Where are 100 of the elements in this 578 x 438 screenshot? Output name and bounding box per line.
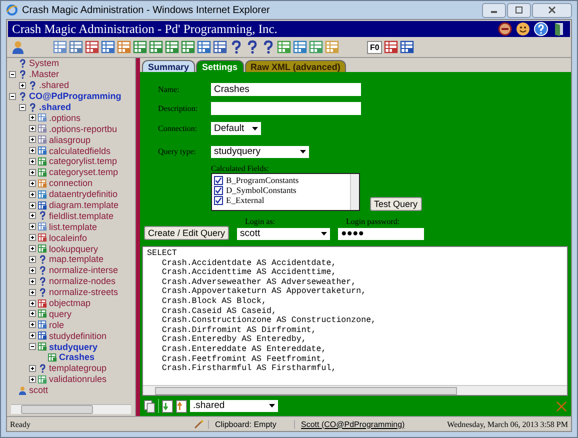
minimize-button[interactable] <box>482 2 506 18</box>
tree-item[interactable]: normalize-interse <box>49 265 118 276</box>
tree-item[interactable]: normalize-streets <box>49 287 118 298</box>
expand-toggle[interactable] <box>29 136 36 144</box>
maximize-button[interactable] <box>507 2 531 18</box>
tree-item[interactable]: connection <box>49 178 93 188</box>
checkbox[interactable] <box>214 176 223 184</box>
expand-toggle[interactable] <box>29 234 36 242</box>
exit-door-icon[interactable] <box>552 22 566 36</box>
checkbox[interactable] <box>214 196 223 204</box>
expand-toggle[interactable] <box>29 180 36 187</box>
tree-item[interactable]: studydefinition <box>49 330 107 341</box>
expand-toggle[interactable] <box>29 266 36 274</box>
user-icon[interactable] <box>11 40 25 54</box>
expand-toggle[interactable] <box>29 114 36 122</box>
tree-item[interactable]: normalize-nodes <box>49 276 116 286</box>
tree-item[interactable]: objectmap <box>49 298 91 308</box>
f0-toolbar-button[interactable]: F0 <box>367 40 382 54</box>
expand-toggle[interactable] <box>29 212 36 220</box>
tree-item[interactable]: dataentrydefinitio <box>49 189 118 200</box>
expand-toggle[interactable] <box>29 190 36 198</box>
tree-item[interactable]: categorylist.temp <box>49 156 118 166</box>
expand-toggle[interactable] <box>29 147 36 154</box>
collapse-toggle[interactable] <box>9 92 16 100</box>
tree-item[interactable]: .Master <box>29 69 60 80</box>
tree-item[interactable]: .options-reportbu <box>49 124 118 134</box>
collapse-toggle[interactable] <box>19 104 26 110</box>
table-icon[interactable] <box>149 40 163 54</box>
horizontal-scrollbar[interactable] <box>11 404 131 414</box>
vertical-scrollbar[interactable] <box>350 174 359 210</box>
collapse-toggle[interactable] <box>29 343 36 350</box>
tree-item[interactable]: .shared <box>39 80 70 90</box>
expand-toggle[interactable] <box>29 256 36 263</box>
tree-item[interactable]: diagram.template <box>49 200 119 210</box>
help-icon[interactable] <box>245 40 259 54</box>
tree-item[interactable]: Crashes <box>59 352 95 362</box>
expand-toggle[interactable] <box>29 310 36 318</box>
expand-toggle[interactable] <box>29 125 36 132</box>
description-field[interactable] <box>211 102 361 115</box>
create-edit-query-button[interactable]: Create / Edit Query <box>144 226 230 240</box>
tree-item[interactable]: templategroup <box>49 363 107 374</box>
tree-item[interactable]: validationrules <box>49 374 107 384</box>
password-field[interactable]: ●●●● <box>338 228 424 240</box>
window-title: Crash Magic Administration - Windows Internet Explorer <box>22 4 270 16</box>
tree-item[interactable]: role <box>49 320 64 330</box>
query-type-dropdown[interactable]: studyquery <box>211 146 309 158</box>
collapse-toggle[interactable] <box>9 70 16 78</box>
expand-toggle[interactable] <box>29 332 36 340</box>
tab[interactable]: Summary <box>142 60 196 72</box>
expand-toggle[interactable] <box>29 245 36 252</box>
export-icon[interactable] <box>176 400 187 412</box>
tree-item[interactable]: .options <box>49 112 81 123</box>
tree-item[interactable]: localeinfo <box>49 232 88 243</box>
expand-toggle[interactable] <box>29 202 36 209</box>
horizontal-scrollbar[interactable] <box>143 385 567 395</box>
folder-dropdown[interactable]: .shared <box>190 400 278 412</box>
expand-toggle[interactable] <box>29 288 36 296</box>
code-line: Crash.Dirfromint AS Dirfromint, <box>160 326 318 335</box>
tree-item[interactable]: studyquery <box>49 342 98 352</box>
tree-item[interactable]: list.template <box>49 222 98 232</box>
test-query-button[interactable]: Test Query <box>370 197 422 211</box>
help-icon[interactable] <box>229 40 243 54</box>
tree-item[interactable]: query <box>49 308 72 319</box>
smiley-icon[interactable] <box>516 22 530 36</box>
expand-toggle[interactable] <box>29 300 36 307</box>
table-icon[interactable] <box>181 40 195 54</box>
help-icon <box>18 92 27 101</box>
tree-item[interactable]: map.template <box>49 254 104 264</box>
checkbox[interactable] <box>214 186 223 194</box>
tab[interactable]: Settings <box>196 60 244 72</box>
user-link[interactable]: Scott (CO@PdProgramming) <box>294 420 409 428</box>
login-dropdown[interactable]: scott <box>237 228 330 240</box>
expand-toggle[interactable] <box>19 82 26 89</box>
tree-item[interactable]: System <box>29 58 60 68</box>
table-icon[interactable] <box>133 40 147 54</box>
close-button[interactable] <box>532 2 572 18</box>
expand-toggle[interactable] <box>29 158 36 165</box>
tab[interactable]: Raw XML (advanced) <box>244 60 346 72</box>
help-icon[interactable] <box>534 22 548 36</box>
import-icon[interactable] <box>162 400 173 412</box>
tree-item[interactable]: aliasgroup <box>49 134 91 145</box>
tree-item[interactable]: fieldlist.template <box>49 210 114 221</box>
tree-item[interactable]: CO@PdProgramming <box>29 91 122 102</box>
tree-item[interactable]: calculatedfields <box>49 146 111 156</box>
tree-item[interactable]: scott <box>29 385 48 396</box>
tree-item[interactable]: .shared <box>39 102 72 112</box>
expand-toggle[interactable] <box>29 321 36 328</box>
tree-item[interactable]: categoryset.temp <box>49 167 118 178</box>
tree-item[interactable]: lookupquery <box>49 244 98 254</box>
stop-icon[interactable] <box>498 22 512 36</box>
expand-toggle[interactable] <box>29 223 36 230</box>
table-icon[interactable] <box>165 40 179 54</box>
name-field[interactable]: Crashes <box>211 83 361 96</box>
expand-toggle[interactable] <box>29 364 36 372</box>
sql-editor[interactable] <box>142 246 568 396</box>
help-icon[interactable] <box>261 40 275 54</box>
expand-toggle[interactable] <box>29 278 36 285</box>
connection-dropdown[interactable]: Default <box>211 122 261 135</box>
expand-toggle[interactable] <box>29 168 36 176</box>
expand-toggle[interactable] <box>29 376 36 383</box>
